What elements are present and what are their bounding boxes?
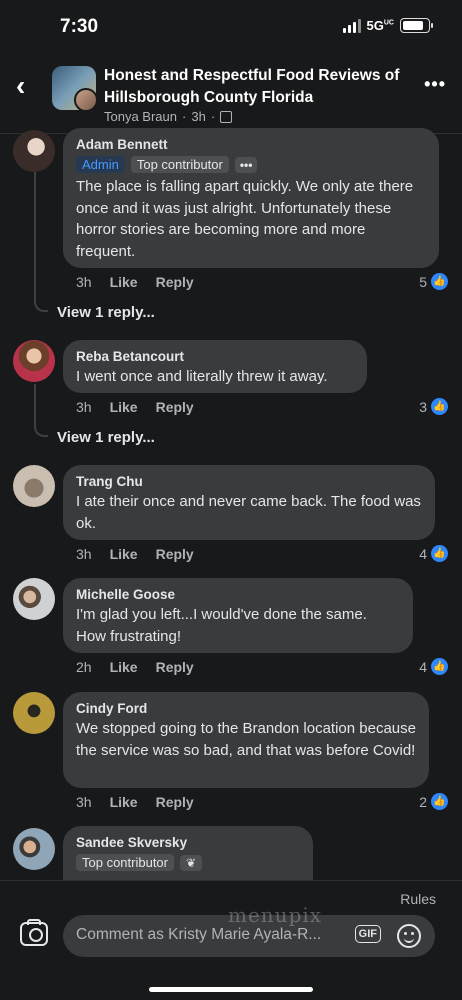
like-count: 4 — [419, 658, 427, 675]
like-button[interactable]: Like — [110, 794, 138, 810]
signal-icon — [342, 18, 361, 33]
like-icon: 👍 — [431, 658, 448, 675]
like-count: 2 — [419, 793, 427, 810]
avatar[interactable] — [13, 340, 55, 382]
comment-bubble: Michelle Goose I'm glad you left...I wou… — [63, 578, 413, 653]
commenter-name[interactable]: Adam Bennett — [76, 136, 426, 154]
comment-text: I'm glad you left...I would've done the … — [76, 606, 367, 645]
comment-text: The place is falling apart quickly. We o… — [76, 178, 414, 260]
comment-bubble: Trang Chu I ate their once and never cam… — [63, 465, 435, 540]
reaction-count[interactable]: 2 👍 — [419, 793, 448, 810]
like-button[interactable]: Like — [110, 274, 138, 290]
avatar[interactable] — [13, 578, 55, 620]
group-title[interactable]: Honest and Respectful Food Reviews of Hi… — [104, 65, 404, 109]
comment-actions: 2h Like Reply — [76, 659, 194, 675]
reaction-count[interactable]: 4 👍 — [419, 545, 448, 562]
commenter-name[interactable]: Trang Chu — [76, 473, 422, 491]
group-privacy-icon — [220, 110, 233, 123]
comment-actions: 3h Like Reply — [76, 274, 194, 290]
comment-text: I went once and literally threw it away. — [76, 368, 328, 385]
comment-composer: Rules Comment as Kristy Marie Ayala-R...… — [0, 880, 462, 1000]
comment-bubble: Adam Bennett Admin Top contributor ••• T… — [63, 128, 439, 268]
comment-age: 3h — [76, 274, 92, 290]
commenter-name[interactable]: Cindy Ford — [76, 700, 416, 718]
like-count: 5 — [419, 273, 427, 290]
comment-bubble: Cindy Ford We stopped going to the Brand… — [63, 692, 429, 788]
reaction-count[interactable]: 4 👍 — [419, 658, 448, 675]
commenter-name[interactable]: Reba Betancourt — [76, 348, 354, 366]
like-icon: 👍 — [431, 398, 448, 415]
author-avatar[interactable] — [74, 88, 98, 112]
post-age: 3h — [191, 109, 206, 124]
like-count: 3 — [419, 398, 427, 415]
back-arrow-icon[interactable]: ‹ — [16, 70, 25, 102]
thread-line — [34, 172, 36, 302]
reply-button[interactable]: Reply — [156, 546, 194, 562]
comment-actions: 3h Like Reply — [76, 399, 194, 415]
comment-age: 3h — [76, 546, 92, 562]
more-icon[interactable]: ••• — [424, 74, 446, 95]
reaction-count[interactable]: 5 👍 — [419, 273, 448, 290]
comment-text: We stopped going to the Brandon location… — [76, 720, 416, 759]
like-icon: 👍 — [431, 545, 448, 562]
like-count: 4 — [419, 545, 427, 562]
view-replies-link[interactable]: View 1 reply... — [57, 429, 155, 446]
reply-button[interactable]: Reply — [156, 274, 194, 290]
avatar[interactable] — [13, 465, 55, 507]
like-icon: 👍 — [431, 793, 448, 810]
avatar[interactable] — [13, 692, 55, 734]
emoji-icon[interactable] — [397, 924, 421, 948]
sprout-icon: ❦ — [180, 854, 203, 871]
comment-age: 3h — [76, 794, 92, 810]
badges: Top contributor ❦ — [76, 854, 300, 871]
meta-separator: · — [210, 109, 216, 124]
home-indicator[interactable] — [149, 987, 313, 992]
comment-placeholder: Comment as Kristy Marie Ayala-R... — [76, 926, 322, 943]
thread-connector — [34, 300, 48, 312]
comment-age: 2h — [76, 659, 92, 675]
comment-bubble: Reba Betancourt I went once and literall… — [63, 340, 367, 393]
status-bar: 7:30 5GUC — [0, 0, 462, 56]
comment-text: I ate their once and never came back. Th… — [76, 493, 421, 532]
avatar[interactable] — [13, 130, 55, 172]
top-contributor-badge: Top contributor — [130, 156, 229, 173]
network-label: 5GUC — [366, 18, 394, 33]
comment-actions: 3h Like Reply — [76, 794, 194, 810]
reply-button[interactable]: Reply — [156, 659, 194, 675]
thread-line — [34, 384, 36, 428]
watermark: menupix — [228, 903, 323, 927]
battery-icon — [400, 18, 433, 33]
status-time: 7:30 — [60, 16, 99, 37]
avatar[interactable] — [13, 828, 55, 870]
like-icon: 👍 — [431, 273, 448, 290]
camera-icon[interactable] — [20, 919, 48, 946]
badges: Admin Top contributor ••• — [76, 156, 426, 173]
reaction-count[interactable]: 3 👍 — [419, 398, 448, 415]
meta-separator: · — [182, 109, 187, 124]
post-meta: Tonya Braun · 3h · — [104, 109, 233, 124]
commenter-name[interactable]: Michelle Goose — [76, 586, 400, 604]
comment-age: 3h — [76, 399, 92, 415]
thread-connector — [34, 425, 48, 437]
commenter-name[interactable]: Sandee Skversky — [76, 834, 300, 852]
top-contributor-badge: Top contributor — [76, 854, 174, 871]
reply-button[interactable]: Reply — [156, 794, 194, 810]
like-button[interactable]: Like — [110, 659, 138, 675]
gif-icon[interactable]: GIF — [354, 925, 381, 943]
group-avatar[interactable] — [52, 66, 98, 112]
post-header: ‹ Honest and Respectful Food Reviews of … — [0, 56, 462, 134]
reply-button[interactable]: Reply — [156, 399, 194, 415]
badge-more-icon[interactable]: ••• — [234, 156, 258, 173]
comment-actions: 3h Like Reply — [76, 546, 194, 562]
like-button[interactable]: Like — [110, 546, 138, 562]
like-button[interactable]: Like — [110, 399, 138, 415]
status-indicators: 5GUC — [342, 18, 433, 33]
view-replies-link[interactable]: View 1 reply... — [57, 304, 155, 321]
post-author[interactable]: Tonya Braun — [104, 109, 177, 124]
rules-link[interactable]: Rules — [400, 891, 436, 907]
admin-badge: Admin — [76, 156, 125, 173]
